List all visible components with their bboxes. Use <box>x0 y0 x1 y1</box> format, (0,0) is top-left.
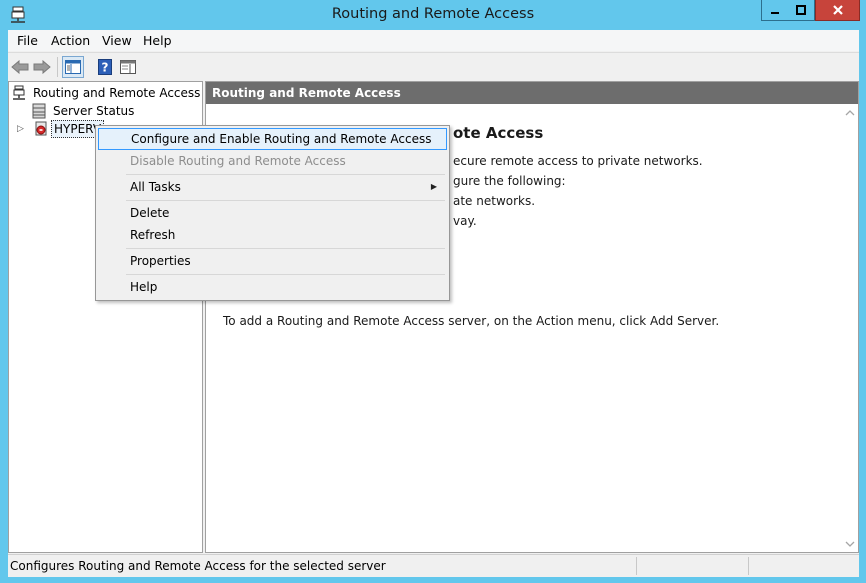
intro-line-4: vay. <box>453 214 477 228</box>
maximize-button[interactable] <box>787 0 815 21</box>
close-icon <box>832 5 843 15</box>
show-hide-console-tree-button[interactable] <box>62 56 84 78</box>
back-icon <box>11 60 29 74</box>
intro-line-1: ecure remote access to private networks. <box>453 154 703 168</box>
menu-bar: File Action View Help <box>8 30 859 51</box>
submenu-arrow-icon: ▶ <box>430 182 437 191</box>
vertical-scrollbar[interactable] <box>841 104 858 552</box>
context-menu: Configure and Enable Routing and Remote … <box>95 125 450 301</box>
menu-separator <box>126 200 445 201</box>
expand-arrow-icon[interactable]: ▷ <box>17 120 24 138</box>
server-status-icon <box>31 103 47 119</box>
show-hide-action-pane-button[interactable] <box>117 56 139 78</box>
menu-separator <box>126 174 445 175</box>
scroll-up-icon[interactable] <box>841 104 858 121</box>
menu-properties[interactable]: Properties <box>98 250 447 272</box>
window-title: Routing and Remote Access <box>331 6 535 22</box>
status-separator <box>748 557 749 575</box>
menu-refresh[interactable]: Refresh <box>98 224 447 246</box>
menu-action[interactable]: Action <box>51 33 90 48</box>
routing-remote-access-icon <box>11 85 27 101</box>
scroll-down-icon[interactable] <box>841 535 858 552</box>
status-separator <box>636 557 637 575</box>
client-area: File Action View Help ? Routing and Remo… <box>8 30 859 577</box>
show-hide-action-pane-icon <box>120 60 136 74</box>
intro-line-2: gure the following: <box>453 174 566 188</box>
toolbar: ? <box>8 52 859 81</box>
status-text: Configures Routing and Remote Access for… <box>10 559 386 573</box>
minimize-button[interactable] <box>761 0 788 21</box>
close-button[interactable] <box>815 0 860 21</box>
menu-disable-routing[interactable]: Disable Routing and Remote Access <box>98 150 447 172</box>
status-bar: Configures Routing and Remote Access for… <box>8 554 859 577</box>
title-bar: Routing and Remote Access <box>0 0 866 30</box>
menu-view[interactable]: View <box>102 33 132 48</box>
help-icon: ? <box>98 59 112 75</box>
minimize-icon <box>770 12 779 14</box>
menu-configure-enable-routing[interactable]: Configure and Enable Routing and Remote … <box>98 128 447 150</box>
menu-separator <box>126 274 445 275</box>
tree-root-label: Routing and Remote Access <box>33 86 201 100</box>
forward-button[interactable] <box>31 56 53 78</box>
details-pane-header: Routing and Remote Access <box>206 82 858 104</box>
tree-server-status-label: Server Status <box>53 104 135 118</box>
svg-text:?: ? <box>102 61 109 75</box>
help-button[interactable]: ? <box>94 56 116 78</box>
back-button[interactable] <box>9 56 31 78</box>
toolbar-separator <box>57 57 58 77</box>
menu-all-tasks-label: All Tasks <box>130 180 181 194</box>
add-server-instruction: To add a Routing and Remote Access serve… <box>223 314 720 328</box>
forward-icon <box>33 60 51 74</box>
intro-line-3: ate networks. <box>453 194 536 208</box>
server-stopped-icon <box>33 121 49 137</box>
welcome-heading: ote Access <box>453 124 544 142</box>
menu-separator <box>126 248 445 249</box>
menu-all-tasks[interactable]: All Tasks ▶ <box>98 176 447 198</box>
menu-help[interactable]: Help <box>143 33 172 48</box>
show-hide-console-tree-icon <box>65 60 81 74</box>
menu-delete[interactable]: Delete <box>98 202 447 224</box>
menu-help-item[interactable]: Help <box>98 276 447 298</box>
menu-file[interactable]: File <box>17 33 38 48</box>
maximize-icon <box>795 5 806 15</box>
